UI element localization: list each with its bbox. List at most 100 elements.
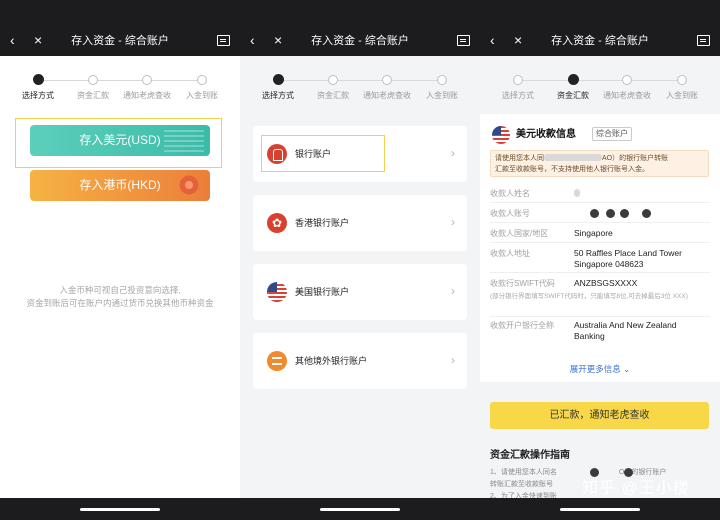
step-label: 通知老虎查收: [603, 91, 651, 100]
field-label: 收款人姓名: [490, 189, 530, 198]
field-value[interactable]: ANZBSGSXXXX: [574, 278, 709, 289]
field-label: 收款开户银行全称: [490, 321, 554, 330]
page-title: 存入资金 - 综合账户: [71, 35, 169, 47]
step-label: 入金到账: [186, 91, 218, 100]
chevron-down-icon: ⌄: [623, 364, 631, 374]
step-dot: [677, 75, 687, 85]
warning-banner: 请使用您本人同 AO）的银行账户转账 汇款至收款账号，不支持使用他人银行账号入金。: [490, 150, 709, 177]
field-value[interactable]: Australia And New Zealand Banking: [574, 320, 709, 342]
chevron-right-icon: ›: [451, 215, 455, 229]
step-dot: [32, 74, 44, 85]
option-other-overseas-bank[interactable]: 其他境外银行账户 ›: [253, 333, 467, 389]
guide-line: 1、请使用您本人同名: [490, 469, 557, 476]
chevron-right-icon: ›: [451, 284, 455, 298]
redaction-blob: [590, 468, 599, 477]
page-title: 存入资金 - 综合账户: [311, 35, 409, 47]
home-indicator[interactable]: [560, 508, 640, 511]
step-dot: [88, 75, 98, 85]
option-label: 其他境外银行账户: [295, 356, 368, 366]
field-label: 收款人账号: [490, 209, 530, 218]
redacted-text: [544, 154, 602, 161]
expand-more-link[interactable]: 展开更多信息 ⌄: [480, 363, 720, 375]
field-label: 收款行SWIFT代码: [490, 279, 555, 288]
option-hk-bank-account[interactable]: 香港银行账户 ›: [253, 195, 467, 251]
deposit-hkd-button[interactable]: 存入港币(HKD): [30, 170, 210, 201]
top-bar: ‹ × 存入资金 - 综合账户: [240, 0, 480, 56]
field-value[interactable]: 50 Raffles Place Land Tower Singapore 04…: [574, 248, 709, 270]
warning-text: 汇款至收款账号，不支持使用他人银行账号入金。: [495, 166, 649, 173]
page-title: 存入资金 - 综合账户: [551, 35, 649, 47]
step-1: 选择方式: [490, 72, 546, 101]
bottom-bar: [0, 498, 240, 520]
deposit-usd-button[interactable]: 存入美元(USD): [30, 125, 210, 156]
screenshot-composite: ‹ × 存入资金 - 综合账户 选择方式 资金汇款 通知老虎查收 入金到账 存入…: [0, 0, 720, 520]
swift-note: (部分银行界面填写SWIFT代码时，只能填写8位,可去掉最后3位 XXX): [490, 293, 688, 300]
redaction-blob: [606, 209, 615, 218]
chevron-right-icon: ›: [451, 146, 455, 160]
message-icon[interactable]: [217, 35, 230, 46]
step-dot: [382, 75, 392, 85]
step-4: 入金到账: [414, 72, 470, 101]
step-dot: [197, 75, 207, 85]
step-dot: [567, 74, 579, 85]
top-bar: ‹ × 存入资金 - 综合账户: [0, 0, 240, 56]
expand-more-label: 展开更多信息: [569, 364, 621, 374]
message-icon[interactable]: [697, 35, 710, 46]
step-1: 选择方式: [250, 72, 306, 101]
us-flag-pattern: [164, 129, 204, 152]
step-dot: [513, 75, 523, 85]
step-dot: [142, 75, 152, 85]
home-indicator[interactable]: [320, 508, 400, 511]
divider: [490, 316, 710, 317]
step-label: 资金汇款: [77, 91, 109, 100]
note-line: 入金币种可视自己投资意向选择,: [59, 285, 181, 295]
step-indicator: 选择方式 资金汇款 通知老虎查收 入金到账: [0, 72, 240, 104]
bottom-bar: [480, 498, 720, 520]
option-label: 美国银行账户: [295, 287, 350, 297]
option-us-bank-account[interactable]: 美国银行账户 ›: [253, 264, 467, 320]
bauhinia-icon: [178, 174, 200, 196]
field-label: 收款人地址: [490, 249, 530, 258]
redaction-blob: [624, 468, 633, 477]
warning-text: AO）的银行账户转账: [602, 155, 669, 162]
step-2: 资金汇款: [305, 72, 361, 101]
account-type-badge: 综合账户: [592, 127, 632, 141]
step-2: 资金汇款: [545, 72, 601, 101]
step-dot: [328, 75, 338, 85]
step-label: 选择方式: [22, 91, 54, 100]
card-title: 美元收款信息: [516, 129, 576, 140]
step-label: 选择方式: [502, 91, 534, 100]
home-indicator[interactable]: [80, 508, 160, 511]
guide-title: 资金汇款操作指南: [490, 450, 570, 461]
step-label: 入金到账: [426, 91, 458, 100]
divider: [490, 242, 710, 243]
panel-select-method: ‹ × 存入资金 - 综合账户 选择方式 资金汇款 通知老虎查收 入金到账 银行…: [240, 0, 480, 520]
step-label: 通知老虎查收: [123, 91, 171, 100]
step-label: 入金到账: [666, 91, 698, 100]
message-icon[interactable]: [457, 35, 470, 46]
chevron-right-icon: ›: [451, 353, 455, 367]
step-3: 通知老虎查收: [599, 72, 655, 101]
notify-remitted-button[interactable]: 已汇款，通知老虎查收: [490, 402, 709, 429]
us-flag-icon: [492, 126, 510, 144]
step-4: 入金到账: [174, 72, 230, 101]
step-label: 资金汇款: [557, 91, 589, 100]
step-dot: [622, 75, 632, 85]
divider: [490, 222, 710, 223]
option-label: 香港银行账户: [295, 218, 350, 228]
deposit-usd-label: 存入美元(USD): [79, 133, 161, 147]
step-dot: [437, 75, 447, 85]
watermark: 知乎 @王小楼: [582, 480, 690, 497]
step-label: 选择方式: [262, 91, 294, 100]
step-3: 通知老虎查收: [359, 72, 415, 101]
divider: [490, 272, 710, 273]
step-label: 通知老虎查收: [363, 91, 411, 100]
field-value[interactable]: Singapore: [574, 228, 709, 239]
redaction-blob: [590, 209, 599, 218]
building-icon: [267, 351, 287, 371]
step-1: 选择方式: [10, 72, 66, 101]
hk-flag-icon: [267, 213, 287, 233]
step-4: 入金到账: [654, 72, 710, 101]
step-2: 资金汇款: [65, 72, 121, 101]
panel-select-currency: ‹ × 存入资金 - 综合账户 选择方式 资金汇款 通知老虎查收 入金到账 存入…: [0, 0, 240, 520]
